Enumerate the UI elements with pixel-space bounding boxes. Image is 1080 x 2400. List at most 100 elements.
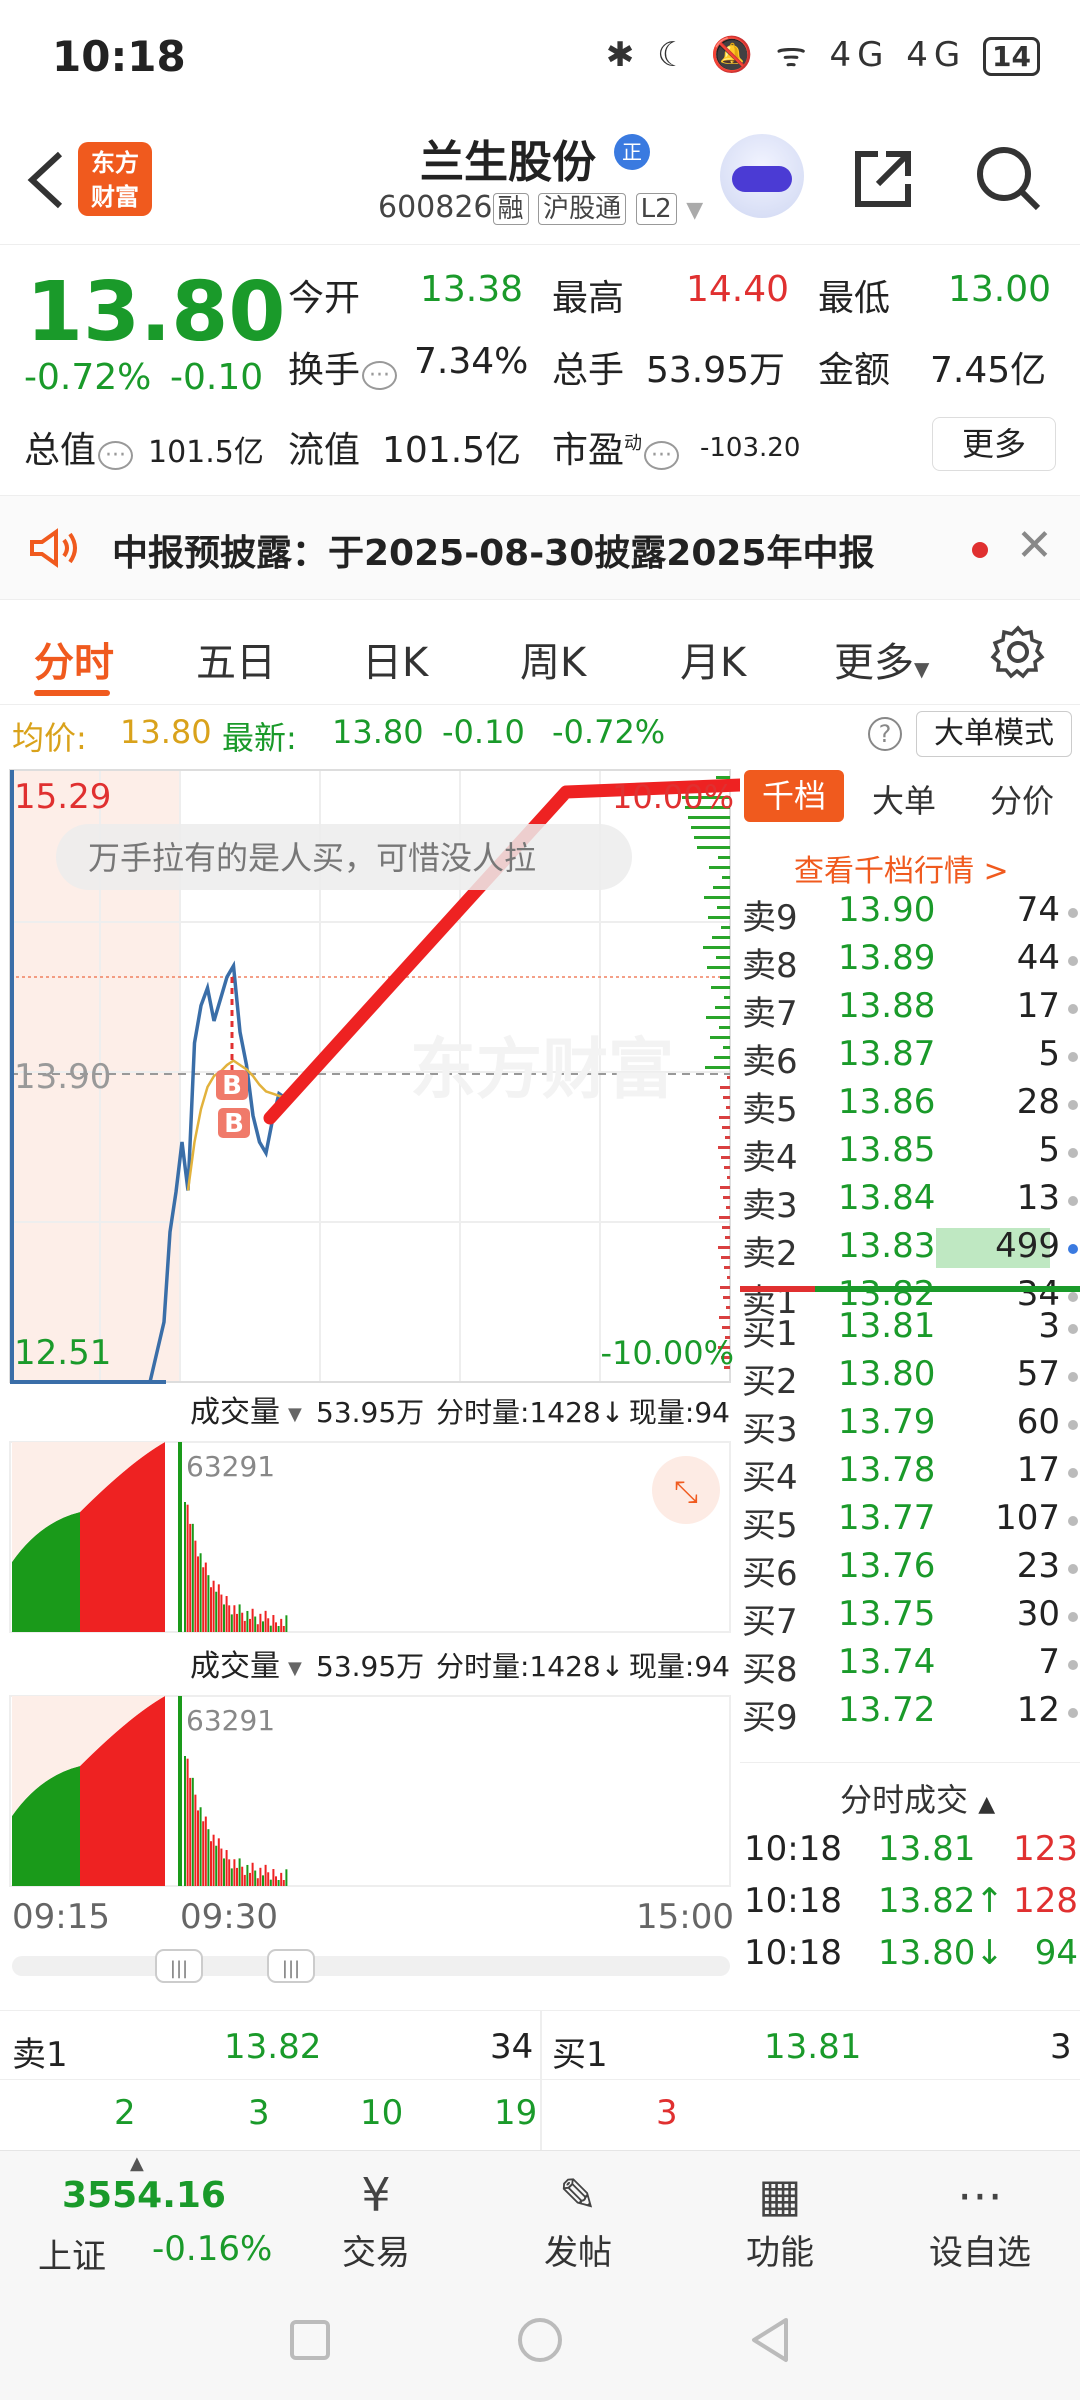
bid-level-row[interactable]: 买8 13.74 7 <box>740 1642 1080 1690</box>
ladder-bar <box>727 1276 730 1279</box>
ladder-bar <box>691 826 730 829</box>
volume-bar <box>259 1613 262 1632</box>
volume-bar <box>199 1553 202 1632</box>
help-icon[interactable]: ? <box>868 717 902 751</box>
info-icon[interactable]: ··· <box>644 441 679 470</box>
mid-price-label: 13.90 <box>14 1057 111 1097</box>
more-dots-icon: ⋯ <box>957 2168 1003 2222</box>
volume-bar <box>194 1794 197 1886</box>
ticks-title[interactable]: 分时成交 ▲ <box>840 1775 995 1821</box>
tab-day-k[interactable]: 日K <box>362 630 428 688</box>
intraday-chart[interactable]: 东方财富 B B 15.29 12.51 13.90 10.00% -10.00… <box>0 762 740 2010</box>
grip-icon: ||| <box>170 1958 188 1979</box>
bid-level-row[interactable]: 买2 13.80 57 <box>740 1354 1080 1402</box>
nav-functions[interactable]: ▦ 功能 <box>710 2165 850 2274</box>
bid-level-row[interactable]: 买5 13.77 107 <box>740 1498 1080 1546</box>
ladder-bar <box>716 956 730 959</box>
index-value[interactable]: 3554.16 <box>62 2175 226 2216</box>
info-icon[interactable]: ··· <box>98 441 133 470</box>
ask-level-row[interactable]: 卖9 13.90 74 <box>740 890 1080 938</box>
recents-icon[interactable] <box>288 2318 332 2362</box>
back-nav-icon[interactable] <box>748 2316 792 2364</box>
volume-bar <box>191 1523 194 1632</box>
level-price: 13.76 <box>838 1546 936 1586</box>
search-icon[interactable] <box>972 142 1044 214</box>
share-icon[interactable] <box>850 146 916 212</box>
notice-bar[interactable]: 中报预披露：于2025-08-30披露2025年中报 ✕ <box>0 495 1080 600</box>
ladder-bar <box>717 906 730 909</box>
level-price: 13.87 <box>838 1034 936 1074</box>
bid-level-row[interactable]: 买1 13.81 3 <box>740 1306 1080 1354</box>
close-icon[interactable]: ✕ <box>1016 520 1053 571</box>
tab-week-k[interactable]: 周K <box>520 630 586 688</box>
home-icon[interactable] <box>516 2316 564 2364</box>
chevron-down-icon[interactable]: ▼ <box>686 198 703 223</box>
nav-post[interactable]: ✎ 发帖 <box>508 2165 648 2274</box>
amount-value: 7.45亿 <box>930 350 1047 391</box>
back-icon[interactable] <box>24 148 68 212</box>
tab-big-order[interactable]: 大单 <box>872 776 936 822</box>
ask-level-row[interactable]: 卖4 13.85 5 <box>740 1130 1080 1178</box>
ask-level-row[interactable]: 卖2 13.83 499 <box>740 1226 1080 1274</box>
divider <box>0 2079 1080 2080</box>
tick-row: 10:18 13.82↑ 128 <box>744 1881 1080 1929</box>
level-price: 13.86 <box>838 1082 936 1122</box>
info-icon[interactable]: ··· <box>362 361 397 390</box>
ask-level-row[interactable]: 卖8 13.89 44 <box>740 938 1080 986</box>
robot-eye <box>732 166 792 192</box>
buy-marker-1[interactable]: B <box>216 1070 248 1101</box>
comment-bubble[interactable]: 万手拉有的是人买，可惜没人拉 <box>56 824 632 890</box>
assistant-robot-icon[interactable] <box>720 134 804 218</box>
level-label: 买1 <box>742 1314 798 1354</box>
nav-add-watchlist[interactable]: ⋯ 设自选 <box>910 2165 1050 2274</box>
buy-marker-2[interactable]: B <box>218 1108 250 1139</box>
tab-month-k[interactable]: 月K <box>680 630 746 688</box>
ladder-bar <box>719 1316 730 1319</box>
more-button[interactable]: 更多 <box>932 417 1056 471</box>
nav-trade[interactable]: ¥ 交易 <box>306 2165 446 2274</box>
bid-level-row[interactable]: 买6 13.76 23 <box>740 1546 1080 1594</box>
level-dot <box>1068 1196 1078 1206</box>
tick-volume: 128 <box>1013 1881 1078 1921</box>
bid-level-row[interactable]: 买4 13.78 17 <box>740 1450 1080 1498</box>
tab-more[interactable]: 更多▼ <box>834 630 929 688</box>
tab-five-day[interactable]: 五日 <box>196 630 276 688</box>
vol-label[interactable]: 成交量 <box>190 1649 280 1684</box>
open-label: 今开 <box>288 278 361 319</box>
view-depth-link[interactable]: 查看千档行情 > <box>794 846 1009 890</box>
expand-icon[interactable]: ⤡ <box>674 1475 698 1510</box>
ask-level-row[interactable]: 卖6 13.87 5 <box>740 1034 1080 1082</box>
bid-level-row[interactable]: 买3 13.79 60 <box>740 1402 1080 1450</box>
level-label: 卖4 <box>742 1138 798 1178</box>
low-value: 13.00 <box>948 269 1052 310</box>
volume-bar <box>285 1869 288 1886</box>
level1-strip[interactable]: 卖1 13.82 34 买1 13.81 3 2 3 10 19 3 <box>0 2010 1080 2151</box>
index-change[interactable]: -0.16% <box>152 2229 272 2269</box>
tab-price-dist[interactable]: 分价 <box>990 776 1054 822</box>
caret-down-icon[interactable]: ▼ <box>288 1404 302 1425</box>
big-order-mode-button[interactable]: 大单模式 <box>916 711 1072 757</box>
time-range-track[interactable] <box>12 1956 730 1976</box>
caret-down-icon[interactable]: ▼ <box>288 1658 302 1679</box>
bottom-price-label: 12.51 <box>14 1333 111 1373</box>
ask-level-row[interactable]: 卖7 13.88 17 <box>740 986 1080 1034</box>
index-name[interactable]: 上证 <box>38 2229 106 2278</box>
ladder-bar <box>718 856 730 859</box>
level-qty: 12 <box>1016 1690 1060 1730</box>
tab-qiandang[interactable]: 千档 <box>744 770 844 822</box>
ask-level-row[interactable]: 卖5 13.86 28 <box>740 1082 1080 1130</box>
ladder-bar <box>719 1216 730 1219</box>
settings-gear-icon[interactable] <box>990 624 1046 680</box>
caret-up-icon[interactable]: ▲ <box>130 2153 144 2174</box>
level-dot <box>1068 956 1078 966</box>
tab-intraday[interactable]: 分时 <box>34 630 114 688</box>
bid-level-row[interactable]: 买7 13.75 30 <box>740 1594 1080 1642</box>
tick-price: 13.80↓ <box>878 1933 1004 1973</box>
ladder-bar <box>722 1126 730 1129</box>
bid-level-row[interactable]: 买9 13.72 12 <box>740 1690 1080 1738</box>
level-dot <box>1068 1052 1078 1062</box>
status-icons: ✱ ☾ 🔕 ᯤ 4G 4G 14 <box>606 30 1040 76</box>
level-qty: 7 <box>1038 1642 1060 1682</box>
vol-label[interactable]: 成交量 <box>190 1395 280 1430</box>
ask-level-row[interactable]: 卖3 13.84 13 <box>740 1178 1080 1226</box>
